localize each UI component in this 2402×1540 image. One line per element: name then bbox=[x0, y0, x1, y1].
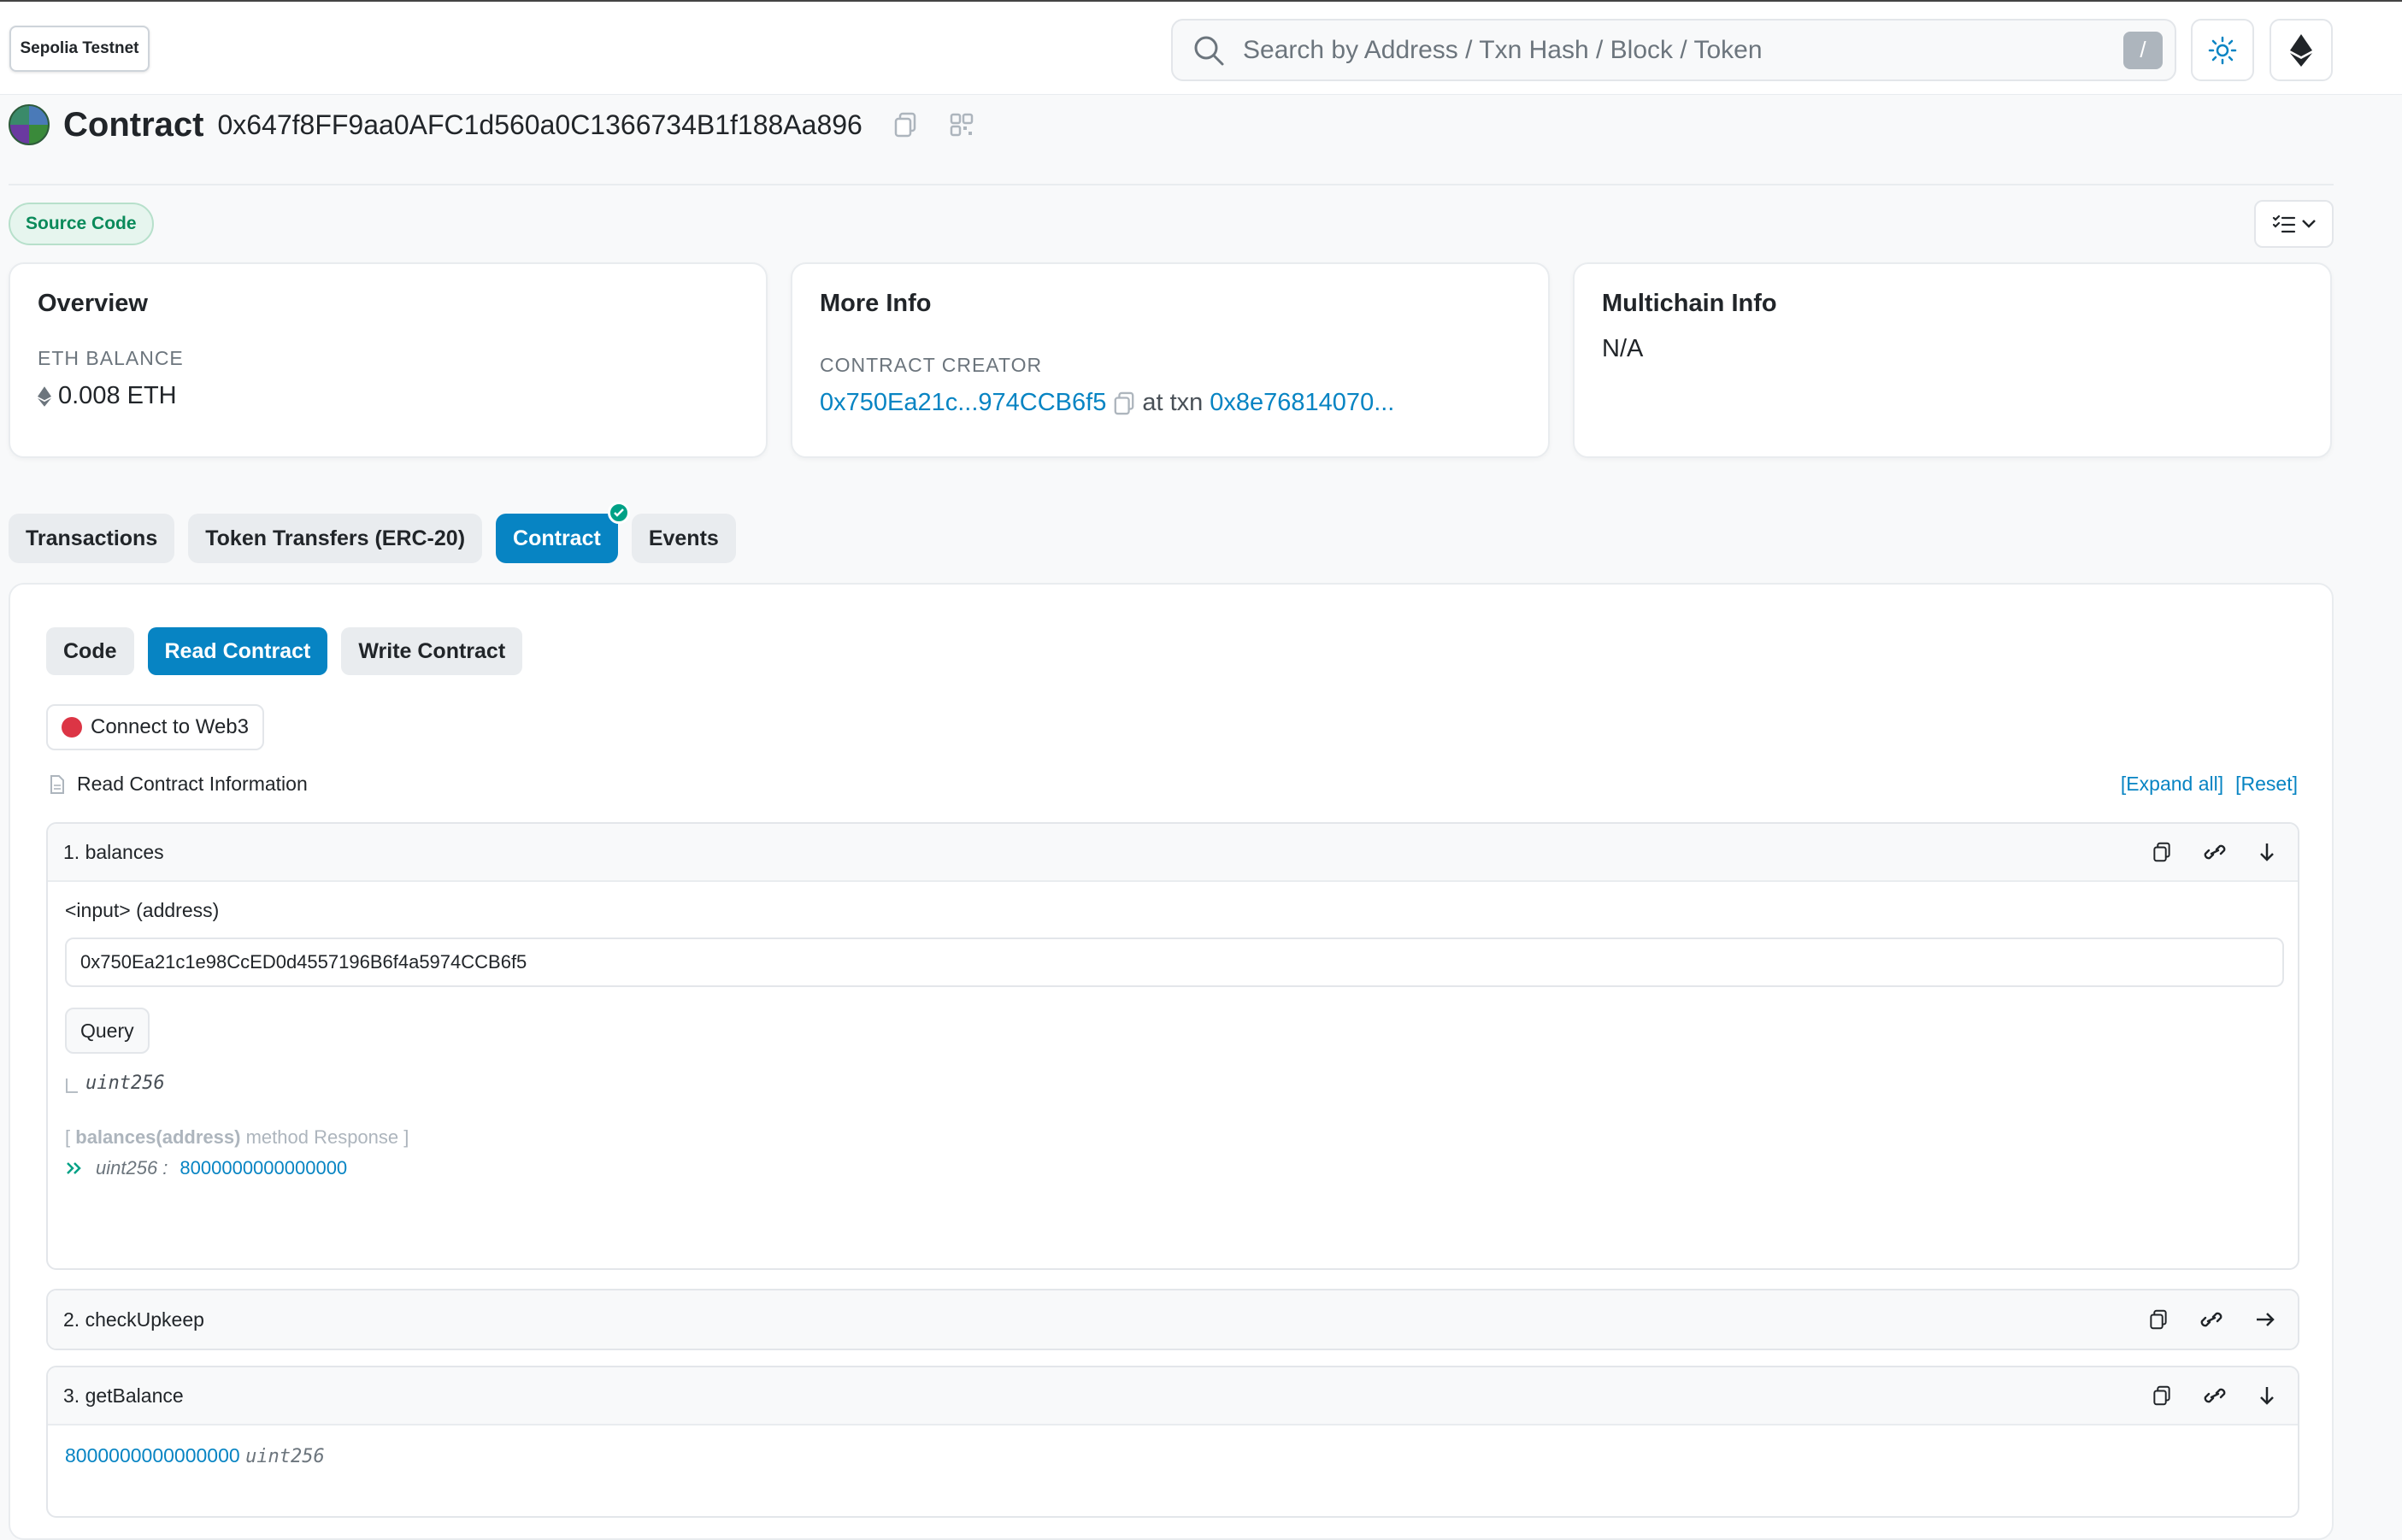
copy-icon[interactable] bbox=[2152, 842, 2171, 862]
input-label: <input> (address) bbox=[65, 899, 220, 921]
tab-events[interactable]: Events bbox=[631, 514, 736, 563]
tab-contract[interactable]: Contract bbox=[496, 502, 630, 563]
more-options-button[interactable] bbox=[2254, 200, 2334, 248]
response-text: method Response ] bbox=[245, 1126, 409, 1148]
connect-web3-button[interactable]: Connect to Web3 bbox=[46, 704, 265, 750]
subtab-code[interactable]: Code bbox=[46, 627, 134, 675]
response-type: uint256 : bbox=[96, 1157, 168, 1179]
multichain-value: N/A bbox=[1602, 335, 1644, 362]
corner-arrow-icon bbox=[66, 1079, 78, 1093]
function-name: 2. checkUpkeep bbox=[63, 1308, 204, 1331]
reset-link[interactable]: [Reset] bbox=[2235, 773, 2298, 796]
verified-check-icon bbox=[607, 502, 630, 524]
address-input[interactable]: 0x750Ea21c1e98CcED0d4557196B6f4a5974CCB6… bbox=[65, 938, 2284, 987]
tab-token-transfers[interactable]: Token Transfers (ERC-20) bbox=[188, 514, 483, 563]
creation-txn-link[interactable]: 0x8e76814070... bbox=[1210, 389, 1394, 417]
expand-reset-links: [Expand all] [Reset] bbox=[2121, 773, 2298, 796]
header-divider bbox=[9, 184, 2334, 185]
sun-icon bbox=[2208, 36, 2237, 64]
response-bracket: [ bbox=[65, 1126, 71, 1148]
response-value: 8000000000000000 bbox=[180, 1157, 348, 1179]
more-info-title: More Info bbox=[820, 290, 932, 317]
query-button[interactable]: Query bbox=[65, 1008, 150, 1054]
chevron-down-icon bbox=[2301, 220, 2316, 228]
avatar bbox=[9, 104, 50, 145]
creator-address-link[interactable]: 0x750Ea21c...974CCB6f5 bbox=[820, 389, 1106, 417]
contract-creator-row: 0x750Ea21c...974CCB6f5 at txn 0x8e768140… bbox=[820, 389, 1521, 417]
copy-icon[interactable] bbox=[2149, 1309, 2168, 1330]
double-chevron-right-icon bbox=[67, 1162, 81, 1174]
address-tabs: Transactions Token Transfers (ERC-20) Co… bbox=[9, 502, 736, 563]
search-input[interactable]: Search by Address / Txn Hash / Block / T… bbox=[1171, 19, 2176, 81]
function-name: 3. getBalance bbox=[63, 1384, 184, 1407]
search-icon bbox=[1194, 36, 1224, 65]
overview-title: Overview bbox=[38, 290, 148, 317]
function-body: 8000000000000000 uint256 bbox=[48, 1425, 2298, 1484]
connect-web3-label: Connect to Web3 bbox=[91, 715, 250, 738]
copy-icon[interactable] bbox=[1113, 391, 1135, 415]
function-header[interactable]: 3. getBalance bbox=[48, 1367, 2298, 1425]
response-header: [ balances(address) method Response ] bbox=[65, 1126, 2281, 1149]
contract-header: Contract 0x647f8FF9aa0AFC1d560a0C1366734… bbox=[9, 101, 974, 149]
arrow-down-icon[interactable] bbox=[2258, 842, 2275, 862]
function-header[interactable]: 2. checkUpkeep bbox=[48, 1290, 2298, 1349]
contract-panel: Code Read Contract Write Contract Connec… bbox=[9, 583, 2334, 1540]
return-type-row: uint256 bbox=[65, 1073, 2281, 1094]
network-switch-button[interactable] bbox=[2270, 19, 2333, 81]
contract-subtabs: Code Read Contract Write Contract bbox=[46, 627, 523, 675]
multichain-info-card: Multichain Info N/A bbox=[1573, 262, 2332, 458]
eth-balance-value: 0.008 ETH bbox=[58, 382, 177, 409]
at-txn-label: at txn bbox=[1142, 389, 1204, 416]
response-method: balances(address) bbox=[75, 1126, 241, 1148]
expand-all-link[interactable]: [Expand all] bbox=[2121, 773, 2223, 796]
read-contract-info: Read Contract Information bbox=[50, 773, 308, 796]
arrow-down-icon[interactable] bbox=[2258, 1385, 2275, 1406]
function-balances: 1. balances <input> (address) 0x750Ea21c… bbox=[46, 822, 2299, 1270]
getbalance-value: 8000000000000000 bbox=[65, 1444, 240, 1467]
link-icon[interactable] bbox=[2204, 843, 2226, 861]
copy-icon[interactable] bbox=[2152, 1385, 2171, 1406]
read-info-label: Read Contract Information bbox=[77, 773, 308, 795]
source-code-badge[interactable]: Source Code bbox=[9, 203, 154, 245]
eth-balance-row: 0.008 ETH bbox=[38, 382, 739, 410]
overview-card: Overview ETH BALANCE 0.008 ETH bbox=[9, 262, 768, 458]
function-getbalance: 3. getBalance 8000000000000000 uint256 bbox=[46, 1366, 2299, 1518]
eth-balance-label: ETH BALANCE bbox=[38, 347, 184, 369]
response-line: uint256 : 8000000000000000 bbox=[65, 1157, 2281, 1179]
getbalance-type: uint256 bbox=[245, 1446, 325, 1467]
subtab-write-contract[interactable]: Write Contract bbox=[341, 627, 523, 675]
top-bar: Sepolia Testnet Search by Address / Txn … bbox=[0, 0, 2402, 95]
document-icon bbox=[50, 774, 64, 794]
ethereum-icon bbox=[2290, 33, 2312, 67]
theme-toggle-button[interactable] bbox=[2191, 19, 2254, 81]
search-placeholder: Search by Address / Txn Hash / Block / T… bbox=[1243, 35, 1763, 64]
contract-address: 0x647f8FF9aa0AFC1d560a0C1366734B1f188Aa8… bbox=[217, 109, 862, 140]
slash-shortcut-key: / bbox=[2123, 31, 2163, 69]
return-type: uint256 bbox=[85, 1073, 165, 1094]
function-header[interactable]: 1. balances bbox=[48, 824, 2298, 882]
more-info-card: More Info CONTRACT CREATOR 0x750Ea21c...… bbox=[791, 262, 1550, 458]
copy-icon[interactable] bbox=[893, 112, 917, 138]
arrow-right-icon[interactable] bbox=[2255, 1311, 2275, 1328]
subtab-read-contract[interactable]: Read Contract bbox=[147, 627, 328, 675]
function-name: 1. balances bbox=[63, 840, 164, 863]
function-checkupkeep: 2. checkUpkeep bbox=[46, 1289, 2299, 1350]
tab-transactions[interactable]: Transactions bbox=[9, 514, 175, 563]
link-icon[interactable] bbox=[2200, 1310, 2222, 1329]
link-icon[interactable] bbox=[2204, 1386, 2226, 1405]
network-badge[interactable]: Sepolia Testnet bbox=[9, 26, 150, 72]
list-check-icon bbox=[2272, 215, 2295, 233]
tab-contract-label: Contract bbox=[513, 526, 601, 550]
ethereum-icon bbox=[38, 385, 51, 407]
status-dot-icon bbox=[62, 717, 82, 738]
function-body: <input> (address) 0x750Ea21c1e98CcED0d45… bbox=[48, 882, 2298, 1196]
multichain-title: Multichain Info bbox=[1602, 290, 1777, 317]
contract-creator-label: CONTRACT CREATOR bbox=[820, 354, 1043, 376]
qr-code-icon[interactable] bbox=[950, 113, 974, 137]
page-title: Contract bbox=[63, 105, 204, 144]
